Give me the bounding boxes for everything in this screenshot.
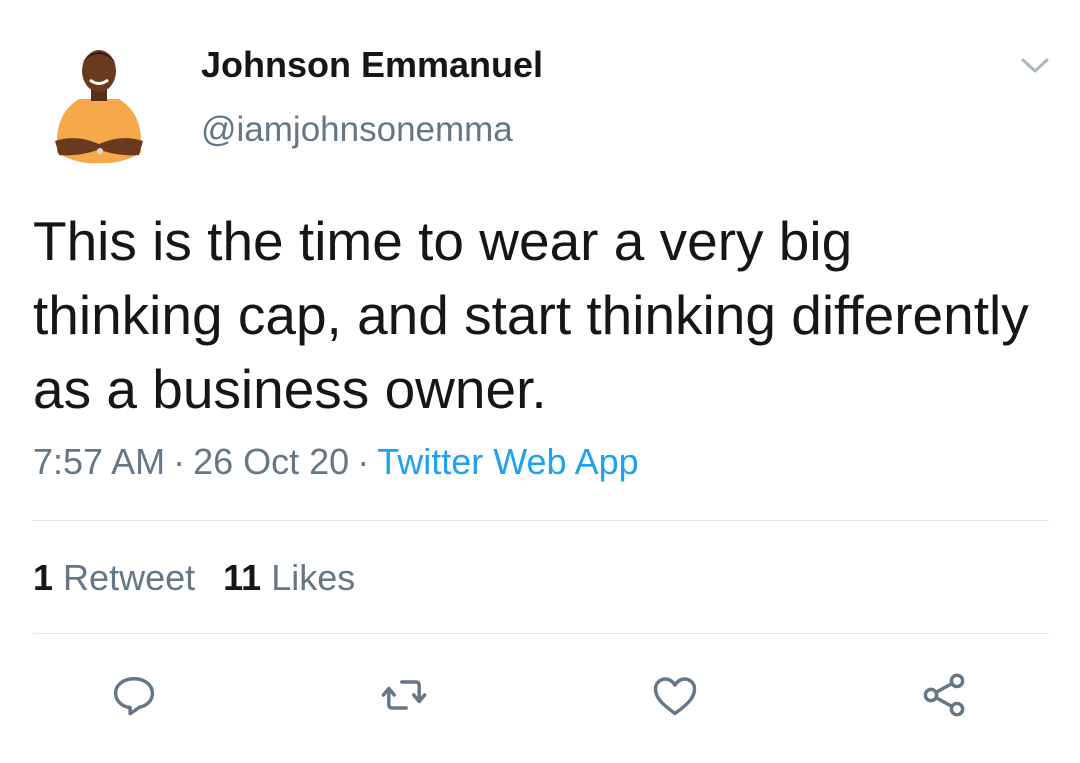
meta-separator: · (357, 441, 370, 482)
retweets-label: Retweet (63, 557, 196, 598)
heart-icon (653, 677, 697, 716)
reply-icon (113, 677, 155, 716)
retweet-button[interactable] (376, 667, 432, 723)
likes-count: 11 (223, 557, 262, 598)
tweet-stats: 1 Retweet 11 Likes (33, 557, 355, 599)
more-options-button[interactable] (1015, 50, 1055, 80)
tweet-date[interactable]: 26 Oct 20 (193, 441, 349, 482)
reply-button[interactable] (106, 667, 162, 723)
likes-stat[interactable]: 11 Likes (223, 557, 355, 598)
share-button[interactable] (916, 667, 972, 723)
share-icon (923, 673, 965, 717)
tweet-time[interactable]: 7:57 AM (33, 441, 165, 482)
avatar[interactable] (49, 41, 149, 165)
avatar-image (55, 50, 143, 164)
divider (33, 520, 1049, 521)
like-button[interactable] (647, 667, 703, 723)
tweet-source-link[interactable]: Twitter Web App (377, 441, 638, 482)
retweets-count: 1 (33, 557, 54, 598)
chevron-down-icon (1021, 58, 1049, 73)
author-handle[interactable]: @iamjohnsonemma (201, 110, 513, 150)
likes-label: Likes (271, 557, 356, 598)
retweet-icon (381, 680, 427, 710)
author-name[interactable]: Johnson Emmanuel (201, 44, 543, 86)
retweets-stat[interactable]: 1 Retweet (33, 557, 195, 598)
meta-separator: · (173, 441, 186, 482)
tweet-text: This is the time to wear a very big thin… (33, 210, 1029, 420)
tweet-meta: 7:57 AM · 26 Oct 20 · Twitter Web App (33, 441, 639, 483)
divider (33, 633, 1049, 634)
